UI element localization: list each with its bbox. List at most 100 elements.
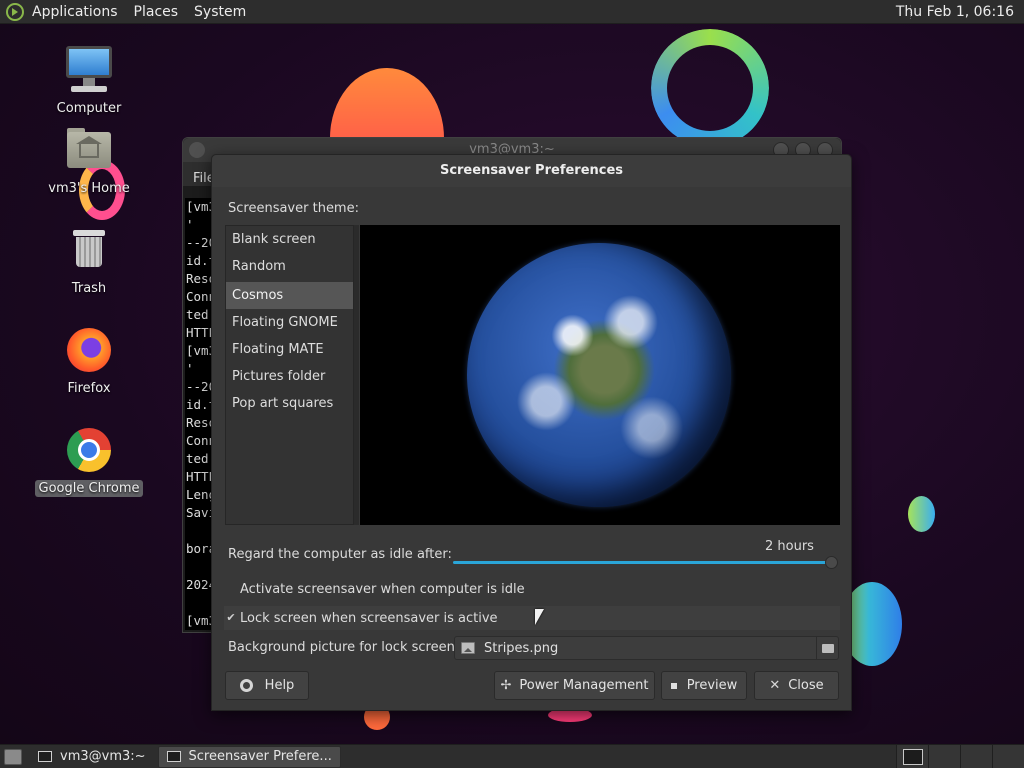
close-x-icon: ✕ xyxy=(769,678,781,693)
background-file-chooser[interactable]: Stripes.png xyxy=(454,636,839,660)
menu-applications[interactable]: Applications xyxy=(32,4,118,20)
chrome-icon xyxy=(63,424,115,476)
desktop-icon-label: vm3's Home xyxy=(48,181,130,196)
terminal-line: id.t xyxy=(186,253,211,268)
terminal-line: ted xyxy=(186,307,209,322)
desktop-icon-trash[interactable]: Trash xyxy=(34,224,144,297)
folder-icon xyxy=(821,643,834,653)
close-button[interactable]: ✕ Close xyxy=(754,671,839,700)
screensaver-preferences-dialog[interactable]: Screensaver Preferences Screensaver them… xyxy=(211,154,852,711)
idle-slider-handle[interactable] xyxy=(825,556,838,569)
top-panel: Applications Places System Thu Feb 1, 06… xyxy=(0,0,1024,24)
terminal-line: bora xyxy=(186,541,211,556)
workspace-4[interactable] xyxy=(992,745,1024,768)
workspace-2[interactable] xyxy=(928,745,960,768)
preview-icon xyxy=(670,682,677,689)
mate-logo-icon[interactable] xyxy=(6,2,24,21)
preview-button[interactable]: Preview xyxy=(661,671,747,700)
idle-slider-track[interactable] xyxy=(453,561,831,564)
help-button-label: Help xyxy=(264,678,295,693)
theme-list-scrollbar[interactable] xyxy=(354,225,359,525)
menu-places[interactable]: Places xyxy=(134,4,179,20)
theme-item[interactable]: Pictures folder xyxy=(226,363,353,390)
image-file-icon xyxy=(461,642,475,654)
lock-screen-row[interactable]: ✔ Lock screen when screensaver is active xyxy=(224,606,840,630)
theme-item[interactable]: Random xyxy=(226,253,353,280)
power-management-label: Power Management xyxy=(519,678,649,693)
terminal-line: --20 xyxy=(186,379,211,394)
desktop-icon-firefox[interactable]: Firefox xyxy=(34,324,144,397)
theme-preview xyxy=(360,225,840,525)
theme-list[interactable]: Blank screen Random Cosmos Floating GNOME Fl… xyxy=(225,225,354,525)
activate-screensaver-label: Activate screensaver when computer is id… xyxy=(240,581,525,597)
terminal-line: Conn xyxy=(186,433,211,448)
workspace-1[interactable] xyxy=(896,745,928,768)
terminal-line: --20 xyxy=(186,235,211,250)
terminal-output[interactable]: [vm3 ' --20 id.t Reso Conn ted HTTP [vm3 ' --20 id.… xyxy=(185,198,211,630)
help-button[interactable]: Help xyxy=(225,671,309,700)
firefox-icon xyxy=(63,324,115,376)
home-folder-icon xyxy=(63,124,115,176)
workspace-switcher[interactable] xyxy=(896,745,1024,768)
show-desktop-icon[interactable] xyxy=(4,748,22,765)
terminal-line: [vm3 xyxy=(186,199,211,214)
terminal-line: ted xyxy=(186,451,209,466)
desktop-icon-chrome[interactable]: Google Chrome xyxy=(34,424,144,497)
open-folder-button[interactable] xyxy=(816,637,838,659)
terminal-line: Reso xyxy=(186,415,211,430)
power-management-button[interactable]: ✢ Power Management xyxy=(494,671,655,700)
wallpaper-pill xyxy=(908,496,935,532)
theme-item[interactable]: Pop art squares xyxy=(226,390,353,417)
idle-label: Regard the computer as idle after: xyxy=(228,547,452,562)
activate-screensaver-row[interactable]: Activate screensaver when computer is id… xyxy=(224,577,840,601)
terminal-line: Leng xyxy=(186,487,211,502)
theme-item[interactable]: Cosmos xyxy=(226,282,353,309)
terminal-line: Savi xyxy=(186,505,211,520)
taskbar-item-label: vm3@vm3:~ xyxy=(60,749,146,764)
background-picture-label: Background picture for lock screen: xyxy=(228,640,460,655)
computer-icon xyxy=(63,44,115,96)
menu-system[interactable]: System xyxy=(194,4,246,20)
taskbar-item-terminal[interactable]: vm3@vm3:~ xyxy=(30,746,154,768)
dialog-title[interactable]: Screensaver Preferences xyxy=(212,155,851,187)
preview-button-label: Preview xyxy=(686,678,738,693)
terminal-line: [vm3 xyxy=(186,343,211,358)
help-icon xyxy=(239,679,253,692)
window-menu-icon[interactable] xyxy=(189,142,205,158)
theme-item[interactable]: Floating MATE xyxy=(226,336,353,363)
wallpaper-ring xyxy=(651,29,769,147)
terminal-line: HTTP xyxy=(186,469,211,484)
terminal-line: Reso xyxy=(186,271,211,286)
clock[interactable]: Thu Feb 1, 06:16 xyxy=(896,4,1014,20)
lock-screen-label: Lock screen when screensaver is active xyxy=(240,610,498,626)
terminal-line: 2024 xyxy=(186,577,211,592)
theme-item[interactable]: Floating GNOME xyxy=(226,309,353,336)
activate-screensaver-checkbox[interactable] xyxy=(224,582,238,596)
trash-icon xyxy=(63,224,115,276)
terminal-line: [vm3 xyxy=(186,613,211,628)
power-icon: ✢ xyxy=(500,678,512,693)
close-button-label: Close xyxy=(788,678,824,693)
terminal-line: id.t xyxy=(186,397,211,412)
taskbar-item-label: Screensaver Prefere... xyxy=(188,749,332,764)
bottom-panel: vm3@vm3:~ Screensaver Prefere... xyxy=(0,744,1024,768)
taskbar-item-screensaver[interactable]: Screensaver Prefere... xyxy=(157,745,341,768)
desktop-icon-label: Firefox xyxy=(67,381,111,396)
background-file-name: Stripes.png xyxy=(484,640,559,656)
terminal-window-icon xyxy=(38,751,52,762)
terminal-line: HTTP xyxy=(186,325,211,340)
theme-section-label: Screensaver theme: xyxy=(228,201,359,216)
workspace-3[interactable] xyxy=(960,745,992,768)
terminal-line: Conn xyxy=(186,289,211,304)
desktop-icon-label: Trash xyxy=(71,281,107,296)
terminal-line: ' xyxy=(186,217,194,232)
screensaver-window-icon xyxy=(166,751,181,762)
desktop-icon-label: Google Chrome xyxy=(34,480,144,497)
desktop-icon-computer[interactable]: Computer xyxy=(34,44,144,117)
mouse-cursor-icon xyxy=(535,609,544,625)
theme-item[interactable]: Blank screen xyxy=(226,226,353,253)
desktop-icon-home[interactable]: vm3's Home xyxy=(34,124,144,197)
lock-screen-checkbox[interactable]: ✔ xyxy=(224,611,238,625)
